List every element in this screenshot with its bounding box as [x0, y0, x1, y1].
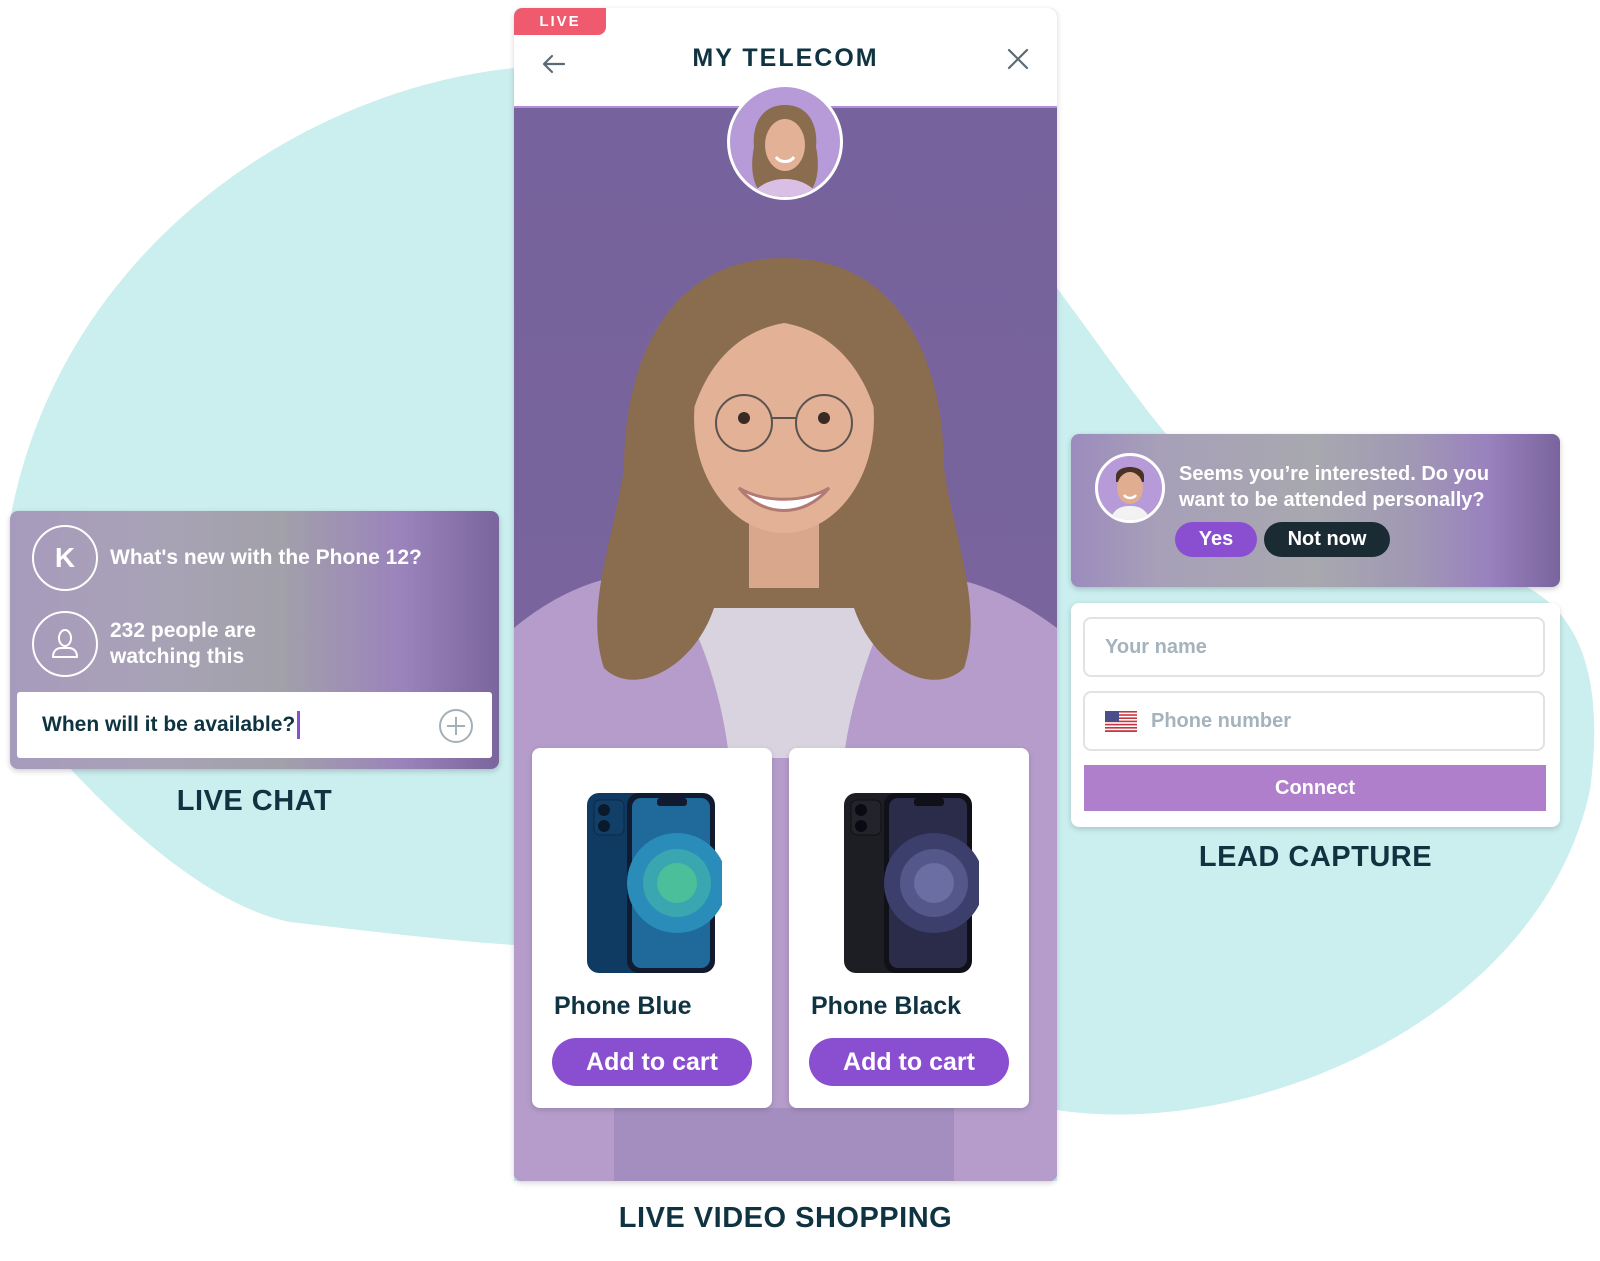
- phone-black-image: [844, 793, 979, 973]
- close-icon[interactable]: [1003, 44, 1033, 74]
- section-label-lead-capture: LEAD CAPTURE: [1198, 841, 1433, 873]
- lead-capture-prompt: Seems you’re interested. Do you want to …: [1071, 434, 1560, 587]
- phone-blue-image: [587, 793, 722, 973]
- text-caret: [297, 711, 301, 739]
- viewer-count: 232 people are watching this: [32, 611, 256, 677]
- plus-circle-icon[interactable]: [438, 708, 474, 744]
- add-to-cart-button[interactable]: Add to cart: [552, 1038, 752, 1086]
- lead-prompt-line2: want to be attended personally?: [1179, 489, 1485, 511]
- section-label-live-chat: LIVE CHAT: [176, 785, 333, 817]
- host-avatar-image: [750, 105, 820, 197]
- viewer-count-text: 232 people are watching this: [110, 618, 256, 670]
- product-card-blue[interactable]: Phone Blue Add to cart: [532, 748, 772, 1108]
- chat-input-value[interactable]: When will it be available?: [42, 713, 295, 737]
- viewer-count-line1: 232 people are: [110, 619, 256, 642]
- connect-button[interactable]: Connect: [1084, 765, 1546, 811]
- host-avatar: [727, 84, 843, 200]
- lead-capture-form: Connect: [1071, 603, 1560, 827]
- agent-avatar: [1095, 453, 1165, 523]
- not-now-button[interactable]: Not now: [1264, 522, 1390, 557]
- product-card-black[interactable]: Phone Black Add to cart: [789, 748, 1029, 1108]
- phone-input[interactable]: [1151, 709, 1543, 733]
- live-video-shopping-widget: Phone Blue Add to cart Phone Black Add t…: [514, 8, 1057, 1181]
- chat-message-text: What's new with the Phone 12?: [110, 546, 422, 569]
- user-icon: [32, 611, 98, 677]
- name-input[interactable]: [1105, 635, 1543, 659]
- phone-field[interactable]: [1083, 691, 1545, 751]
- live-badge: LIVE: [514, 8, 606, 35]
- chat-input[interactable]: When will it be available?: [17, 692, 492, 758]
- chat-avatar: K: [32, 525, 98, 591]
- lead-prompt-line1: Seems you’re interested. Do you: [1179, 463, 1490, 485]
- lead-prompt-message: Seems you’re interested. Do you want to …: [1179, 461, 1539, 513]
- viewer-count-line2: watching this: [110, 645, 245, 668]
- product-name: Phone Blue: [554, 992, 692, 1020]
- live-chat-panel: K What's new with the Phone 12? 232 peop…: [10, 511, 499, 769]
- section-label-live-video-shopping: LIVE VIDEO SHOPPING: [618, 1202, 953, 1234]
- agent-avatar-image: [1110, 467, 1150, 520]
- widget-title: MY TELECOM: [692, 44, 879, 72]
- chat-message: K What's new with the Phone 12?: [32, 525, 422, 591]
- yes-button[interactable]: Yes: [1175, 522, 1257, 557]
- add-to-cart-button[interactable]: Add to cart: [809, 1038, 1009, 1086]
- name-field[interactable]: [1083, 617, 1545, 677]
- us-flag-icon[interactable]: [1105, 710, 1137, 732]
- live-video-stream[interactable]: Phone Blue Add to cart Phone Black Add t…: [514, 108, 1057, 1181]
- product-name: Phone Black: [811, 992, 962, 1020]
